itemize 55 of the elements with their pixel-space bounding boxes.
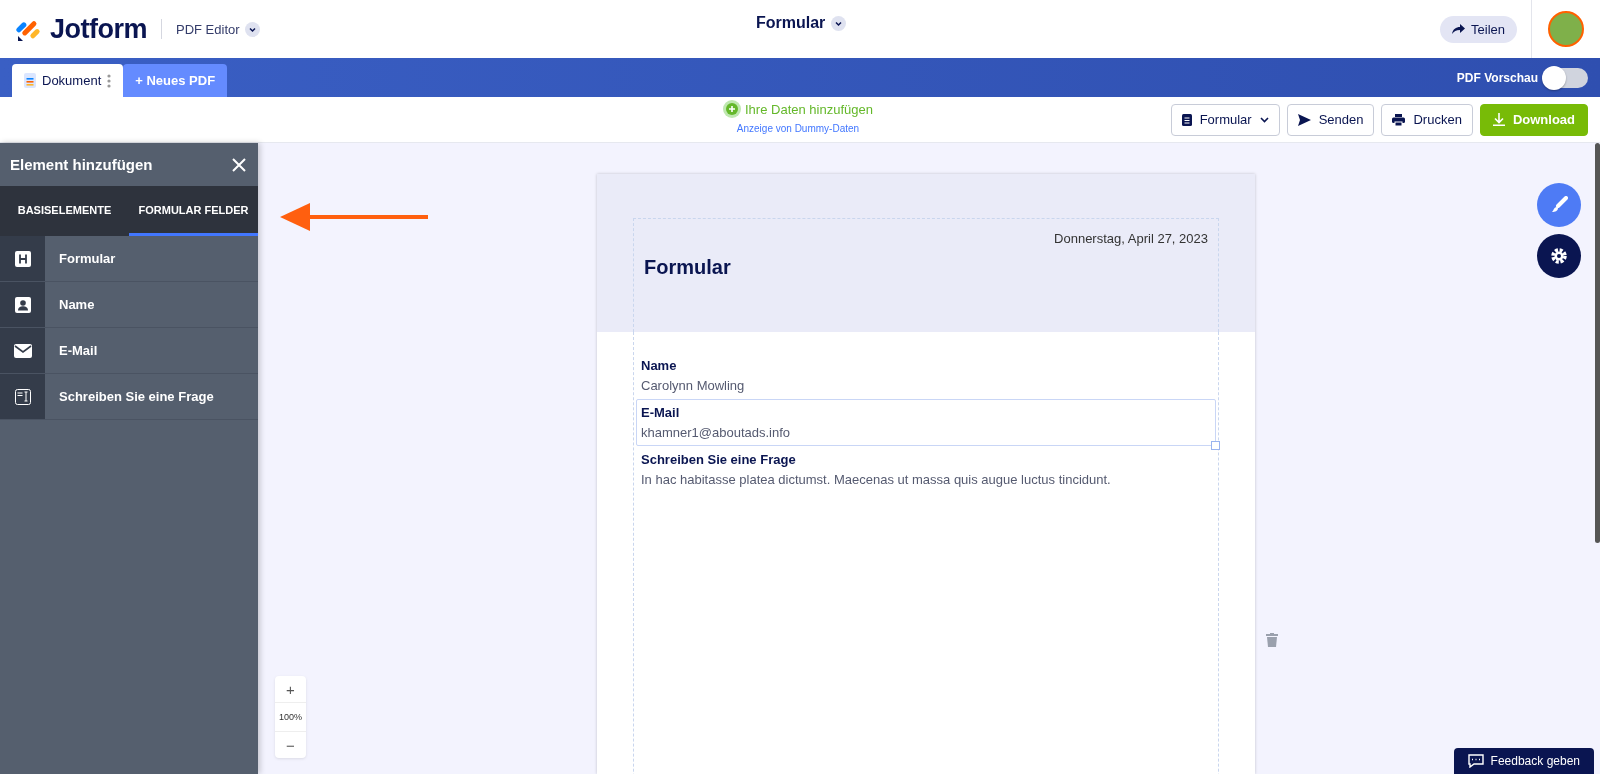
document-icon (1181, 113, 1192, 126)
envelope-icon (13, 343, 32, 358)
document-tab[interactable]: Dokument (12, 64, 124, 97)
element-item[interactable]: Schreiben Sie eine Frage (45, 374, 258, 419)
brush-icon (1550, 196, 1568, 214)
zoom-in-button[interactable]: + (275, 676, 306, 702)
paint-brush-button[interactable] (1537, 183, 1581, 227)
element-item[interactable]: E-Mail (45, 328, 258, 373)
field-label: Schreiben Sie eine Frage (641, 452, 797, 467)
preview-toggle[interactable] (1544, 67, 1588, 88)
dropdown-button[interactable]: Formular (1170, 103, 1280, 136)
element-item[interactable]: Name (45, 282, 258, 327)
chevron-icon (244, 21, 260, 37)
zoom-out-button[interactable]: − (275, 732, 306, 758)
person-card-icon (14, 296, 31, 313)
chevron-icon (831, 15, 847, 31)
share-icon (1452, 23, 1466, 35)
send-button[interactable]: Senden (1286, 103, 1375, 136)
trash-icon[interactable] (1266, 633, 1278, 647)
form-title-menu[interactable]: Formular (756, 14, 847, 32)
logo-text[interactable]: Jotform (50, 13, 147, 45)
field-value: In hac habitasse platea dictumst. Maecenas ut massa quis augue luctus tincidunt. (641, 472, 1112, 487)
resize-handle[interactable] (1211, 441, 1220, 450)
plus-icon (723, 100, 741, 118)
form-heading: Formular (644, 256, 732, 279)
settings-icon (1549, 246, 1569, 266)
dummy-data-note: Anzeige von Dummy-Daten (736, 123, 860, 134)
close-icon[interactable] (232, 157, 246, 172)
toggle-label: PDF Vorschau (1456, 70, 1538, 85)
zoom-level: 100% (275, 702, 306, 732)
settings-button[interactable] (1537, 234, 1581, 278)
field-label: Name (641, 358, 678, 373)
text-field-icon (14, 388, 31, 405)
print-button[interactable]: Drucken (1381, 103, 1473, 136)
product-menu[interactable]: PDF Editor (176, 21, 260, 37)
form-field[interactable]: Name Carolynn Mowling (636, 352, 1216, 399)
print-icon (1392, 113, 1406, 126)
form-field[interactable]: Schreiben Sie eine Frage In hac habitasse platea dictumst. Maecenas ut massa quis augue luctus tincidunt. (636, 446, 1216, 493)
chat-icon (1467, 754, 1484, 768)
feedback-button[interactable]: Feedback geben (1453, 748, 1594, 774)
scrollbar[interactable] (1595, 143, 1600, 543)
field-label: E-Mail (641, 405, 681, 420)
send-icon (1297, 113, 1311, 126)
share-button[interactable]: Teilen (1440, 15, 1517, 43)
panel-tab[interactable]: BASISELEMENTE (0, 186, 129, 236)
form-date: Donnerstag, April 27, 2023 (1054, 231, 1208, 246)
field-value: Carolynn Mowling (641, 378, 746, 393)
document-icon (24, 73, 36, 88)
download-icon (1492, 113, 1505, 126)
element-item[interactable]: Formular (45, 236, 258, 281)
panel-title: Element hinzufügen (10, 156, 153, 173)
field-value: khamner1@aboutads.info (641, 425, 792, 440)
chevron-icon (1259, 116, 1269, 123)
heading-icon (14, 250, 31, 267)
more-icon (107, 73, 112, 88)
